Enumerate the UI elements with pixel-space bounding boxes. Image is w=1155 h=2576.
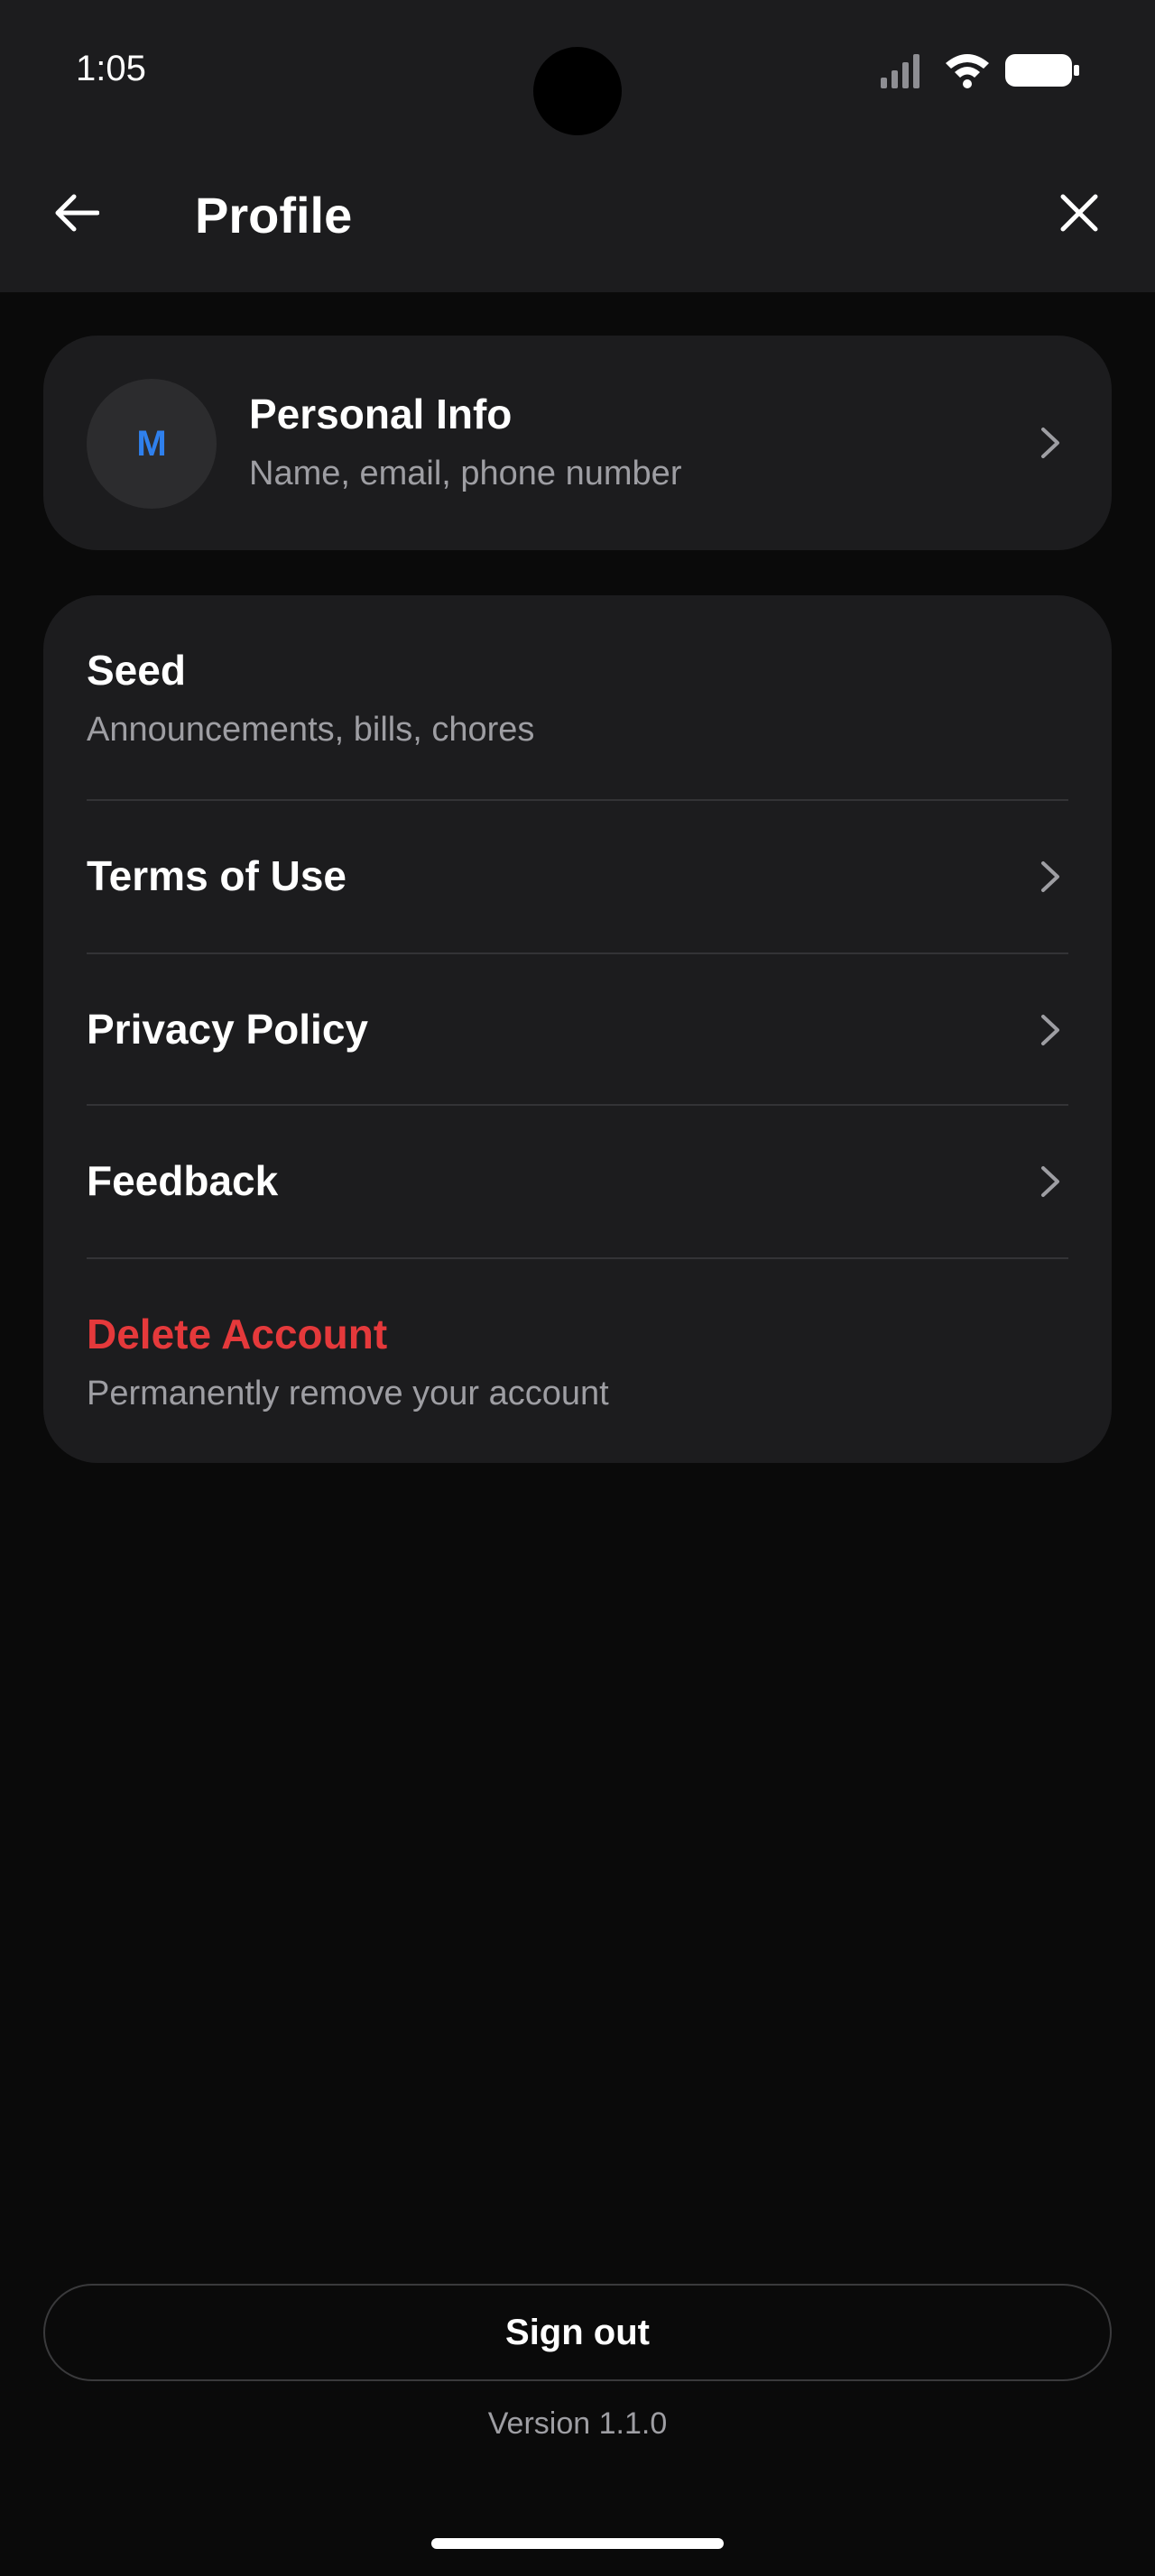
settings-card: Seed Announcements, bills, chores Terms … <box>43 595 1112 1463</box>
page-title: Profile <box>195 187 353 244</box>
privacy-title: Privacy Policy <box>87 1006 368 1053</box>
seed-title: Seed <box>87 647 186 694</box>
sign-out-button[interactable]: Sign out <box>43 2284 1112 2381</box>
arrow-left-icon <box>55 194 99 232</box>
feedback-title: Feedback <box>87 1157 279 1204</box>
camera-cutout <box>533 47 622 135</box>
close-icon <box>1060 194 1098 232</box>
settings-item-seed[interactable]: Seed Announcements, bills, chores <box>87 646 1068 750</box>
chevron-right-icon <box>1032 1012 1068 1048</box>
profile-screen: 1:05 Profile M Personal Info Name, email… <box>0 0 1155 2576</box>
wifi-icon <box>946 54 989 88</box>
personal-info-card[interactable]: M Personal Info Name, email, phone numbe… <box>43 336 1112 550</box>
divider <box>87 1257 1068 1259</box>
chevron-right-icon <box>1032 425 1068 461</box>
chevron-right-icon <box>1032 1164 1068 1200</box>
delete-account-subtitle: Permanently remove your account <box>87 1375 609 1412</box>
seed-subtitle: Announcements, bills, chores <box>87 711 535 749</box>
status-icons <box>881 51 1079 90</box>
divider <box>87 1104 1068 1106</box>
terms-title: Terms of Use <box>87 852 347 899</box>
home-indicator <box>431 2538 724 2549</box>
divider <box>87 799 1068 801</box>
settings-item-privacy[interactable]: Privacy Policy <box>87 1005 1068 1053</box>
chevron-right-icon <box>1032 859 1068 895</box>
signal-icon <box>881 54 919 88</box>
status-time: 1:05 <box>76 49 146 88</box>
personal-info-subtitle: Name, email, phone number <box>249 455 682 492</box>
settings-item-terms[interactable]: Terms of Use <box>87 851 1068 900</box>
top-bar: 1:05 Profile <box>0 0 1155 292</box>
back-button[interactable] <box>43 180 108 245</box>
personal-info-title: Personal Info <box>249 391 513 437</box>
settings-item-feedback[interactable]: Feedback <box>87 1156 1068 1205</box>
version-text: Version 1.1.0 <box>487 2406 668 2441</box>
divider <box>87 952 1068 954</box>
close-button[interactable] <box>1047 180 1112 245</box>
battery-icon <box>1005 54 1079 87</box>
delete-account-title: Delete Account <box>87 1311 388 1357</box>
settings-item-delete-account[interactable]: Delete Account Permanently remove your a… <box>87 1310 1068 1413</box>
avatar: M <box>87 379 217 509</box>
